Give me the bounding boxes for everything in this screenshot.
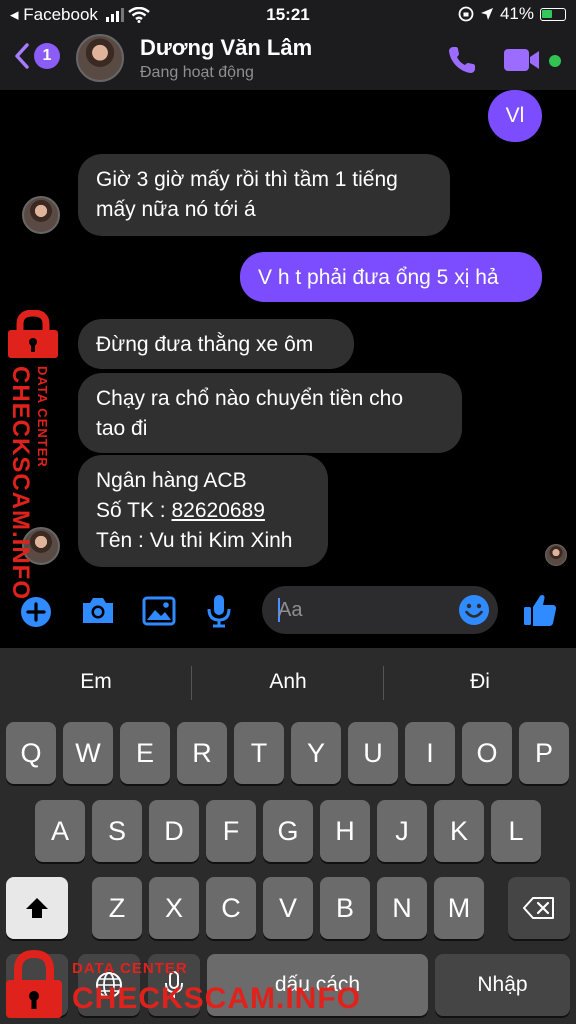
status-bar: ◂ Facebook 15:21 41% [0,0,576,30]
back-button[interactable]: 1 [14,42,60,70]
message-text-line: Ngân hàng ACB [96,469,247,492]
key-f[interactable]: F [206,800,256,862]
message-incoming[interactable]: Giờ 3 giờ mấy rồi thì tầm 1 tiếng mấy nữ… [78,154,450,236]
message-input-container[interactable] [262,586,498,634]
key-x[interactable]: X [149,877,199,939]
key-i[interactable]: I [405,722,455,784]
message-input[interactable] [278,595,448,625]
microphone-icon[interactable] [206,594,232,628]
account-number-link[interactable]: 82620689 [171,499,264,522]
watermark-horizontal: DATA CENTER CHECKSCAM.INFO [0,948,360,1024]
watermark-label: DATA CENTER [72,960,188,977]
message-text: Vl [505,104,525,127]
key-v[interactable]: V [263,877,313,939]
thumbs-up-icon[interactable] [522,592,558,628]
message-incoming[interactable]: Đừng đưa thằng xe ôm [78,319,354,369]
suggestion-item[interactable]: Anh [192,670,384,694]
key-o[interactable]: O [462,722,512,784]
lock-icon [8,310,58,358]
key-d[interactable]: D [149,800,199,862]
sender-avatar[interactable] [22,196,60,234]
key-g[interactable]: G [263,800,313,862]
message-list[interactable]: Vl Giờ 3 giờ mấy rồi thì tầm 1 tiếng mấy… [0,90,576,570]
status-right: 41% [458,4,566,24]
key-m[interactable]: M [434,877,484,939]
watermark-vertical: DATA CENTER CHECKSCAM.INFO [4,310,62,600]
message-composer [0,580,576,642]
watermark-site: CHECKSCAM.INFO [7,366,34,600]
presence-status: Đang hoạt động [140,64,254,81]
account-label: Số TK : [96,499,172,522]
return-key[interactable]: Nhập [435,954,570,1016]
key-b[interactable]: B [320,877,370,939]
location-icon [480,8,493,20]
message-text-line: Giờ 3 giờ mấy rồi thì tầm 1 tiếng [96,168,398,191]
key-n[interactable]: N [377,877,427,939]
shift-key[interactable] [6,877,68,939]
battery-percent: 41% [499,4,534,23]
shift-arrow-icon [26,898,48,918]
suggestion-item[interactable]: Em [0,670,192,694]
key-l[interactable]: L [491,800,541,862]
message-text-line: Chạy ra chổ nào chuyển tiền cho [96,387,404,410]
chat-header: 1 Dương Văn Lâm Đang hoạt động [0,30,576,90]
camera-icon[interactable] [80,596,116,626]
phone-icon[interactable] [446,44,478,76]
unread-count-badge: 1 [34,43,60,69]
contact-name[interactable]: Dương Văn Lâm [140,35,312,61]
key-a[interactable]: A [35,800,85,862]
key-w[interactable]: W [63,722,113,784]
key-s[interactable]: S [92,800,142,862]
message-text-line: tao đi [96,417,148,440]
key-e[interactable]: E [120,722,170,784]
suggestion-item[interactable]: Đi [384,670,576,694]
read-receipt-avatar [545,544,567,566]
backspace-icon [523,897,554,919]
message-text-line: Tên : Vu thi Kim Xinh [96,529,293,552]
key-u[interactable]: U [348,722,398,784]
message-outgoing[interactable]: V h t phải đưa ổng 5 xị hả [240,252,542,302]
key-h[interactable]: H [320,800,370,862]
message-outgoing[interactable]: Vl [488,90,542,142]
emoji-icon[interactable] [458,594,490,626]
contact-avatar[interactable] [76,34,124,82]
photo-gallery-icon[interactable] [142,596,176,626]
key-z[interactable]: Z [92,877,142,939]
lock-icon [6,950,62,1018]
message-text: Đừng đưa thằng xe ôm [96,333,314,356]
message-text: V h t phải đưa ổng 5 xị hả [258,266,499,289]
key-t[interactable]: T [234,722,284,784]
key-c[interactable]: C [206,877,256,939]
key-k[interactable]: K [434,800,484,862]
message-text-line: mấy nữa nó tới á [96,198,256,221]
suggestion-bar: Em Anh Đi [0,648,576,718]
online-indicator [549,55,561,67]
key-q[interactable]: Q [6,722,56,784]
backspace-key[interactable] [508,877,570,939]
chevron-left-icon [15,43,29,69]
battery-charging-icon [540,7,566,21]
watermark-site: CHECKSCAM.INFO [72,982,361,1015]
message-incoming[interactable]: Chạy ra chổ nào chuyển tiền cho tao đi [78,373,462,453]
key-r[interactable]: R [177,722,227,784]
key-p[interactable]: P [519,722,569,784]
key-y[interactable]: Y [291,722,341,784]
key-j[interactable]: J [377,800,427,862]
message-incoming[interactable]: Ngân hàng ACB Số TK : 82620689 Tên : Vu … [78,455,328,567]
video-call-icon[interactable] [503,46,541,74]
message-text-line: Số TK : 82620689 [96,496,310,526]
orientation-lock-icon [458,6,474,22]
